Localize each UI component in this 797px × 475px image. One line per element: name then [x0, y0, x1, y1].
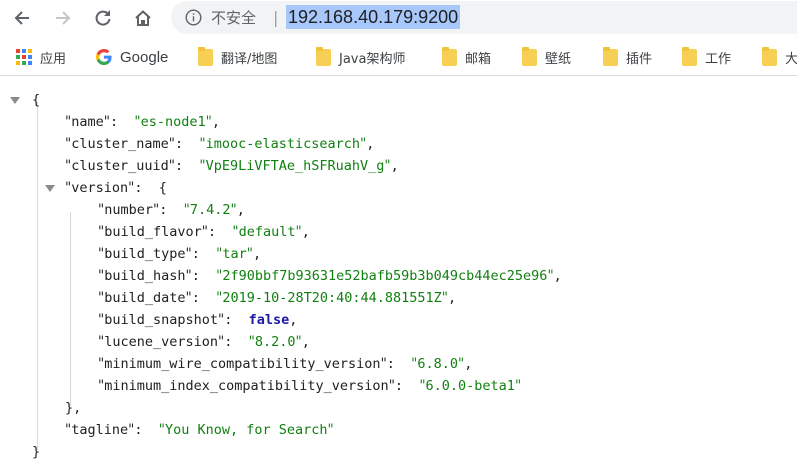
- bookmark-label: 壁纸: [545, 51, 572, 67]
- folder-icon: [442, 46, 457, 66]
- json-string-value: You Know, for Search: [164, 422, 328, 438]
- folder-icon: [603, 46, 618, 66]
- forward-arrow-icon: [56, 11, 71, 25]
- json-line: "build_type": "tar",: [98, 246, 262, 262]
- json-line: "cluster_uuid": "VpE9LiVFTAe_hSFRuahV_g"…: [65, 158, 399, 174]
- json-key: tagline: [71, 422, 129, 438]
- json-line: "cluster_name": "imooc-elasticsearch",: [65, 136, 375, 152]
- info-icon[interactable]: [185, 9, 202, 26]
- json-key: version: [71, 180, 129, 196]
- address-separator: |: [273, 8, 279, 27]
- collapse-toggle-root[interactable]: [10, 97, 20, 104]
- folder-icon: [682, 46, 697, 66]
- bookmark-label: 翻译/地图: [221, 51, 278, 67]
- bookmark-folder-plugins[interactable]: 插件: [603, 46, 652, 68]
- json-line: },: [65, 397, 81, 419]
- json-line: "tagline": "You Know, for Search": [65, 422, 334, 438]
- folder-icon: [198, 46, 213, 66]
- apps-grid-icon: [16, 49, 32, 65]
- json-brace: {: [158, 180, 167, 196]
- json-key: cluster_uuid: [71, 158, 169, 174]
- json-key: name: [71, 114, 104, 130]
- json-key: build_flavor: [104, 224, 202, 240]
- folder-icon: [522, 46, 537, 66]
- json-key: build_snapshot: [104, 312, 219, 328]
- url-text[interactable]: 192.168.40.179:9200: [286, 5, 461, 29]
- home-icon: [135, 10, 151, 26]
- bookmark-label: Java架构师: [339, 51, 406, 67]
- json-key: build_date: [104, 290, 186, 306]
- json-key: minimum_index_compatibility_version: [104, 378, 389, 394]
- json-line: "build_hash": "2f90bbf7b93631e52bafb59b3…: [98, 268, 562, 284]
- json-string-value: imooc-elasticsearch: [205, 136, 361, 152]
- bookmark-label: 邮箱: [465, 51, 492, 67]
- json-string-value: es-node1: [140, 114, 206, 130]
- folder-icon: [762, 46, 777, 66]
- json-line: }: [32, 441, 40, 463]
- bookmark-label: 插件: [626, 51, 653, 67]
- bookmark-folder-work[interactable]: 工作: [682, 46, 731, 68]
- bookmark-google[interactable]: Google: [96, 46, 168, 68]
- bookmark-label: 应用: [40, 51, 67, 67]
- collapse-toggle-version[interactable]: [45, 185, 55, 192]
- json-line: "number": "7.4.2",: [98, 202, 245, 218]
- json-key: minimum_wire_compatibility_version: [104, 356, 381, 372]
- json-line: "version": {: [65, 180, 167, 196]
- home-button[interactable]: [129, 4, 157, 32]
- browser-toolbar: 不安全 | 192.168.40.179:9200: [0, 0, 797, 36]
- json-key: build_hash: [104, 268, 186, 284]
- reload-button[interactable]: [89, 4, 117, 32]
- json-line: "build_date": "2019-10-28T20:40:44.88155…: [98, 290, 457, 306]
- google-icon: [96, 49, 112, 65]
- json-boolean-value: false: [248, 312, 290, 328]
- indent-guide: [70, 212, 71, 406]
- bookmark-folder-wallpaper[interactable]: 壁纸: [522, 46, 571, 68]
- json-key: build_type: [104, 246, 186, 262]
- bookmark-folder-mail[interactable]: 邮箱: [442, 46, 491, 68]
- json-line: "build_flavor": "default",: [98, 224, 310, 240]
- json-key: lucene_version: [104, 334, 219, 350]
- bookmarks-bar: 应用 Google 翻译/地图 Java架构师 邮箱 壁纸 插件 工作 大: [0, 38, 797, 76]
- json-string-value: 7.4.2: [189, 202, 231, 218]
- json-key: cluster_name: [71, 136, 169, 152]
- back-arrow-icon: [14, 11, 29, 25]
- json-line: "name": "es-node1",: [65, 114, 220, 130]
- bookmark-folder-more[interactable]: 大: [762, 46, 797, 68]
- bookmark-label: 大: [785, 51, 797, 67]
- json-key: number: [104, 202, 153, 218]
- json-string-value: 6.8.0: [417, 356, 459, 372]
- json-line: {: [32, 89, 40, 111]
- bookmark-label: Google: [120, 48, 169, 66]
- json-string-value: 6.0.0-beta1: [425, 378, 515, 394]
- bookmark-folder-translate[interactable]: 翻译/地图: [198, 46, 277, 68]
- json-viewer: { "name": "es-node1", "cluster_name": "i…: [0, 76, 797, 475]
- json-string-value: 2f90bbf7b93631e52bafb59b3b049cb44ec25e96: [222, 268, 548, 284]
- bookmark-label: 工作: [705, 51, 732, 67]
- json-brace: {: [32, 92, 41, 108]
- folder-icon: [316, 46, 331, 66]
- json-string-value: default: [238, 224, 296, 240]
- json-line: "minimum_wire_compatibility_version": "6…: [98, 356, 473, 372]
- bookmark-apps[interactable]: 应用: [16, 46, 66, 68]
- json-string-value: 8.2.0: [254, 334, 296, 350]
- json-string-value: 2019-10-28T20:40:44.881551Z: [222, 290, 442, 306]
- reload-icon: [95, 10, 111, 26]
- json-line: "build_snapshot": false,: [98, 312, 298, 328]
- bookmark-folder-java[interactable]: Java架构师: [316, 46, 405, 68]
- json-brace: }: [32, 444, 41, 460]
- indent-guide: [37, 102, 38, 450]
- security-status: 不安全: [211, 9, 257, 27]
- address-bar[interactable]: 不安全 | 192.168.40.179:9200: [171, 1, 797, 34]
- json-string-value: tar: [222, 246, 247, 262]
- json-string-value: VpE9LiVFTAe_hSFRuahV_g: [205, 158, 385, 174]
- back-button[interactable]: [8, 4, 36, 32]
- forward-button[interactable]: [49, 4, 77, 32]
- json-brace: },: [65, 400, 82, 416]
- json-line: "lucene_version": "8.2.0",: [98, 334, 310, 350]
- json-line: "minimum_index_compatibility_version": "…: [98, 378, 522, 394]
